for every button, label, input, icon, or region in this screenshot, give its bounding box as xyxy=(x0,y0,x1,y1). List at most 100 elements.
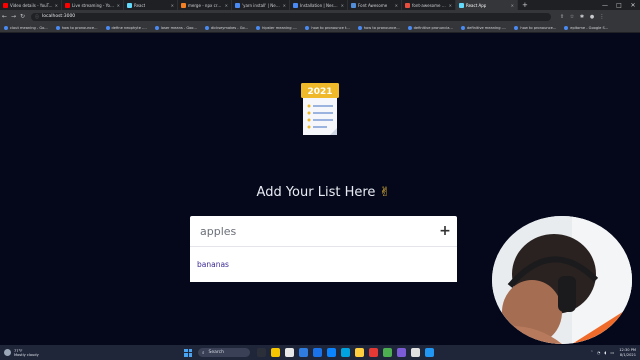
logo-paper xyxy=(303,95,337,135)
taskbar-app-icon[interactable] xyxy=(256,348,266,357)
tab-close-icon[interactable]: ✕ xyxy=(339,3,344,8)
bookmark-item[interactable]: epitome - Google S... xyxy=(560,25,612,30)
taskbar-app-icon[interactable] xyxy=(396,348,406,357)
bookmark-item[interactable]: how to pronounce... xyxy=(52,25,102,30)
taskbar-app-icon[interactable] xyxy=(270,348,280,357)
tab-close-icon[interactable]: ✕ xyxy=(53,3,58,8)
browser-tab[interactable]: merge - npx create-r✕ xyxy=(178,0,232,10)
info-icon[interactable]: ⓘ xyxy=(35,14,39,20)
logo-bullet xyxy=(307,104,311,108)
tab-favicon-icon xyxy=(181,2,186,8)
taskbar-app-icon[interactable] xyxy=(424,348,434,357)
calendar-list-logo: 2021 xyxy=(301,83,339,135)
bookmark-label: how to pronounce... xyxy=(520,25,557,30)
item-input[interactable] xyxy=(200,224,420,238)
wifi-icon[interactable]: ◔ xyxy=(597,350,601,355)
browser-tab[interactable]: Font Awesome ✕ xyxy=(348,0,402,10)
bookmark-item[interactable]: dickseymakes - Go... xyxy=(201,25,252,30)
bookmark-label: how to pronounce t... xyxy=(311,25,350,30)
taskbar-center: ⌕ Search xyxy=(184,345,436,360)
browser-tools: ⇪ ☆ ✱ ● ⋮ xyxy=(557,14,607,20)
extensions-icon[interactable]: ✱ xyxy=(577,14,587,20)
profile-icon[interactable]: ● xyxy=(587,14,597,20)
system-tray: ˄ ◔ ◖ ▭ 12:30 PM 8/1/2021 xyxy=(587,345,636,360)
browser-tab[interactable]: Installation | Nest - P ✕ xyxy=(290,0,348,10)
address-bar[interactable]: ⓘ localhost:3000 xyxy=(31,12,551,21)
tab-close-icon[interactable]: ✕ xyxy=(393,3,398,8)
taskbar-app-icon[interactable] xyxy=(312,348,322,357)
search-label: Search xyxy=(208,350,224,355)
menu-icon[interactable]: ⋮ xyxy=(597,14,607,20)
google-favicon-icon xyxy=(357,25,362,30)
bookmark-label: definitive pronuncia... xyxy=(413,25,453,30)
taskbar-app-icon[interactable] xyxy=(340,348,350,357)
os-taskbar: 77°F Mostly cloudy ⌕ Search ˄ ◔ ◖ ▭ 12:3… xyxy=(0,345,640,360)
tab-title: Installation | Nest - P xyxy=(300,2,339,8)
browser-tab[interactable]: Video details - YouTube ✕ xyxy=(0,0,62,10)
taskbar-app-icon[interactable] xyxy=(326,348,336,357)
tab-close-icon[interactable]: ✕ xyxy=(281,3,286,8)
tab-favicon-icon xyxy=(3,2,8,8)
tab-close-icon[interactable]: ✕ xyxy=(169,3,174,8)
tab-close-icon[interactable]: ✕ xyxy=(223,3,228,8)
tab-close-icon[interactable]: ✕ xyxy=(447,3,452,8)
list-item[interactable]: bananas xyxy=(197,260,229,269)
add-item-button[interactable]: + xyxy=(433,216,457,246)
browser-tab[interactable]: font-awesome - Libra✕ xyxy=(402,0,456,10)
google-favicon-icon xyxy=(407,25,412,30)
taskbar-app-icon[interactable] xyxy=(410,348,420,357)
browser-tab[interactable]: Live streaming - YouTu ✕ xyxy=(62,0,124,10)
tab-favicon-icon xyxy=(351,2,356,8)
taskbar-app-icon[interactable] xyxy=(382,348,392,357)
page-heading: Add Your List Here ✌ xyxy=(190,185,457,200)
tab-title: React App xyxy=(466,2,487,8)
tab-favicon-icon xyxy=(459,2,464,8)
bookmark-item[interactable]: how to pronounce... xyxy=(354,25,404,30)
close-window-icon[interactable]: ✕ xyxy=(626,0,640,10)
bookmark-item[interactable]: how to pronounce... xyxy=(510,25,560,30)
weather-widget[interactable]: 77°F Mostly cloudy xyxy=(4,349,39,357)
search-icon: ⌕ xyxy=(202,350,205,356)
bookmark-item[interactable]: loser means - Goo... xyxy=(151,25,201,30)
bookmark-item[interactable]: definitive meaning -... xyxy=(457,25,511,30)
back-icon[interactable]: ← xyxy=(0,13,9,20)
clock[interactable]: 12:30 PM 8/1/2021 xyxy=(619,348,636,356)
browser-tab[interactable]: React ✕ xyxy=(124,0,178,10)
maximize-icon[interactable]: □ xyxy=(612,0,626,10)
tab-title: Video details - YouTube xyxy=(10,2,53,8)
browser-tab[interactable]: 'yarn install' | Nest - P✕ xyxy=(232,0,290,10)
forward-icon[interactable]: → xyxy=(9,13,18,20)
bookmark-item[interactable]: hipster meaning -... xyxy=(252,25,301,30)
victory-hand-icon: ✌ xyxy=(379,185,391,200)
bookmark-item[interactable]: definitive pronuncia... xyxy=(404,25,457,30)
battery-icon[interactable]: ▭ xyxy=(610,350,614,355)
bookmark-label: how to pronounce... xyxy=(363,25,400,30)
taskbar-app-icon[interactable] xyxy=(368,348,378,357)
bookmark-item[interactable]: how to pronounce t... xyxy=(301,25,353,30)
bookmark-label: define neophyte -... xyxy=(111,25,147,30)
tab-title: Live streaming - YouTu xyxy=(72,2,115,8)
taskbar-app-icon[interactable] xyxy=(354,348,364,357)
share-icon[interactable]: ⇪ xyxy=(557,14,567,20)
logo-line xyxy=(313,119,333,121)
volume-icon[interactable]: ◖ xyxy=(604,350,606,355)
browser-tab[interactable]: React App ✕ xyxy=(456,0,518,10)
taskbar-search[interactable]: ⌕ Search xyxy=(198,348,250,357)
tab-close-icon[interactable]: ✕ xyxy=(509,3,514,8)
taskbar-app-icon[interactable] xyxy=(298,348,308,357)
reload-icon[interactable]: ↻ xyxy=(18,13,27,20)
tab-close-icon[interactable]: ✕ xyxy=(115,3,120,8)
bookmark-item[interactable]: clout meaning - Go... xyxy=(0,25,52,30)
google-favicon-icon xyxy=(4,25,8,30)
bookmark-label: hipster meaning -... xyxy=(262,25,298,30)
tab-title: merge - npx create-r xyxy=(188,2,223,8)
windows-start-icon[interactable] xyxy=(184,348,192,357)
minimize-icon[interactable]: — xyxy=(598,0,612,10)
tab-favicon-icon xyxy=(127,2,132,8)
taskbar-app-icon[interactable] xyxy=(284,348,294,357)
star-icon[interactable]: ☆ xyxy=(567,14,577,20)
address-url: localhost:3000 xyxy=(42,14,76,19)
bookmark-item[interactable]: define neophyte -... xyxy=(102,25,151,30)
chevron-up-icon[interactable]: ˄ xyxy=(591,350,593,355)
new-tab-button[interactable]: + xyxy=(518,1,532,9)
